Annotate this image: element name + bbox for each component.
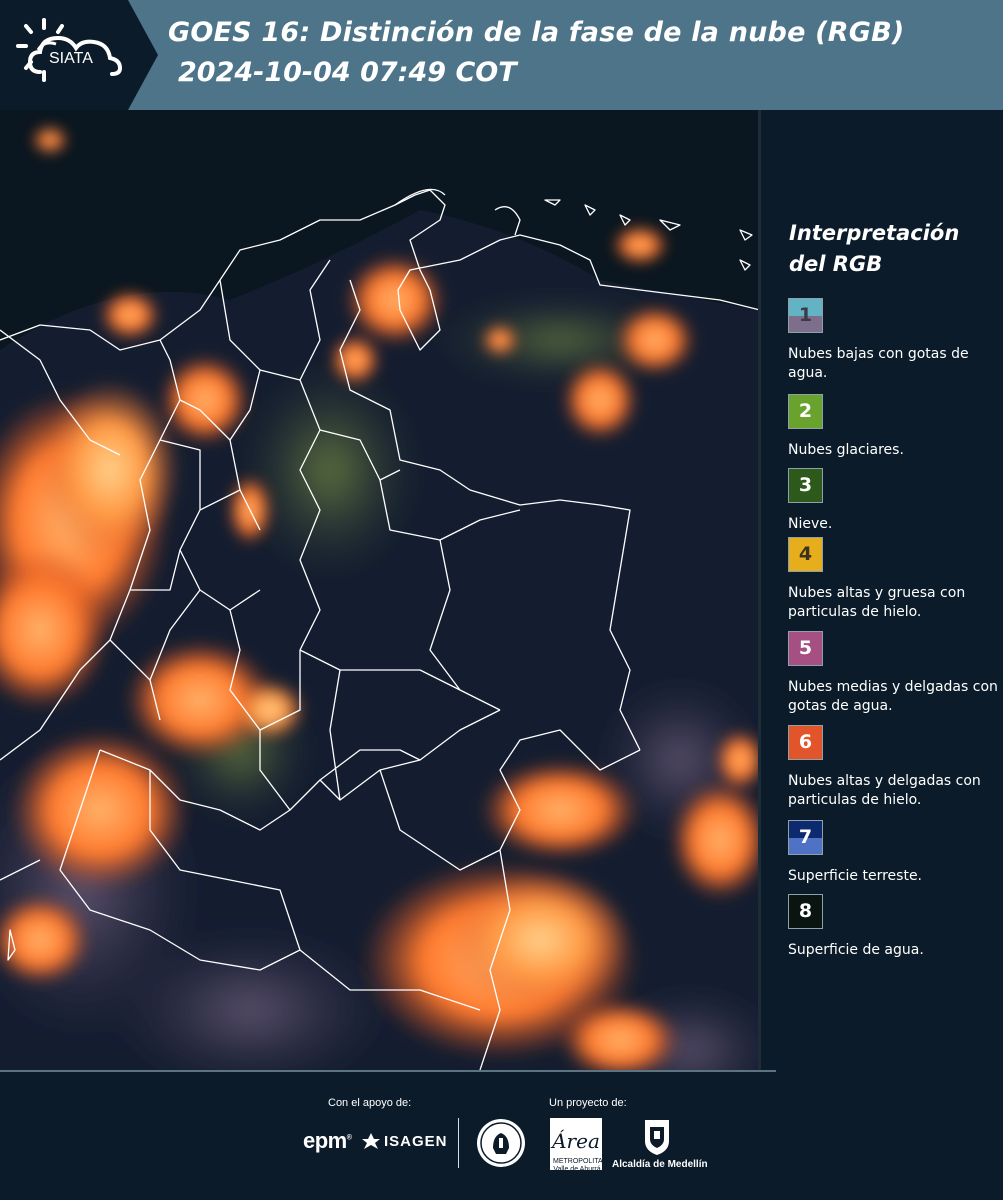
- legend-desc-1: Nubes bajas con gotas de agua.: [788, 346, 969, 381]
- isagen-logo-icon: [362, 1133, 380, 1149]
- legend-swatch-1: 1: [788, 298, 823, 333]
- legend-desc-6: Nubes altas y delgadas con particulas de…: [788, 773, 981, 808]
- legend-number-3: 3: [798, 474, 813, 496]
- satellite-map[interactable]: [0, 110, 760, 1070]
- area-metropolitana-text: METROPOLITANA Valle de Aburrá: [553, 1158, 613, 1174]
- project-label: Un proyecto de:: [549, 1097, 627, 1109]
- page-timestamp: 2024-10-04 07:49 COT: [178, 57, 517, 88]
- page-title: GOES 16: Distinción de la fase de la nub…: [168, 17, 905, 48]
- epm-logo: epm®: [303, 1128, 352, 1154]
- alcaldia-medellin-shield-icon: [645, 1120, 669, 1155]
- legend-item-3: 3 Nieve.: [788, 468, 1000, 534]
- area-line-2: Valle de Aburrá: [553, 1166, 601, 1173]
- footer-vertical-divider: [458, 1118, 459, 1168]
- legend-title: Interpretación del RGB: [789, 221, 960, 276]
- area-line-1: METROPOLITANA: [553, 1158, 613, 1165]
- legend-item-2: 2 Nubes glaciares.: [788, 394, 1000, 460]
- legend-desc-2: Nubes glaciares.: [788, 442, 904, 458]
- epm-registered-mark: ®: [346, 1134, 352, 1142]
- legend-desc-3: Nieve.: [788, 516, 833, 532]
- legend-swatch-8: 8: [788, 894, 823, 929]
- legend-swatch-4: 4: [788, 537, 823, 572]
- legend-desc-7: Superficie terreste.: [788, 868, 923, 884]
- legend-desc-8: Superficie de agua.: [788, 942, 924, 958]
- satellite-map-image: [0, 110, 760, 1070]
- support-label: Con el apoyo de:: [328, 1097, 412, 1109]
- legend-number-7: 7: [798, 826, 813, 848]
- legend-number-4: 4: [798, 543, 813, 565]
- legend-swatch-2: 2: [788, 394, 823, 429]
- legend-item-1: 1 Nubes bajas con gotas de agua.: [788, 298, 1000, 383]
- legend-swatch-7: 7: [788, 820, 823, 855]
- legend-swatch-3: 3: [788, 468, 823, 503]
- legend-panel: Interpretación del RGB 1 Nubes bajas con…: [761, 110, 1003, 1070]
- siata-logo-text: SIATA: [49, 50, 93, 67]
- medellin-seal-icon: [477, 1119, 525, 1167]
- legend-desc-4: Nubes altas y gruesa con particulas de h…: [788, 585, 966, 620]
- isagen-logo-text: ISAGEN: [384, 1133, 448, 1150]
- footer-divider-line: [0, 1070, 776, 1072]
- legend-number-2: 2: [798, 400, 813, 422]
- legend-item-4: 4 Nubes altas y gruesa con particulas de…: [788, 537, 1000, 622]
- legend-number-1: 1: [798, 304, 813, 326]
- legend-item-5: 5 Nubes medias y delgadas con gotas de a…: [788, 631, 1000, 716]
- alcaldia-medellin-text: Alcaldía de Medellín: [612, 1159, 708, 1170]
- legend-number-5: 5: [798, 637, 813, 659]
- header-bar: SIATA GOES 16: Distinción de la fase de …: [0, 0, 1003, 110]
- legend-number-8: 8: [798, 900, 813, 922]
- epm-logo-text: epm: [303, 1128, 347, 1153]
- legend-item-8: 8 Superficie de agua.: [788, 894, 1000, 960]
- area-logo-script: Área: [550, 1129, 600, 1153]
- siata-logo: SIATA: [0, 0, 160, 110]
- legend-desc-5: Nubes medias y delgadas con gotas de agu…: [788, 679, 998, 714]
- legend-number-6: 6: [798, 731, 813, 753]
- legend-swatch-6: 6: [788, 725, 823, 760]
- legend-item-7: 7 Superficie terreste.: [788, 820, 1000, 886]
- legend-swatch-5: 5: [788, 631, 823, 666]
- legend-item-6: 6 Nubes altas y delgadas con particulas …: [788, 725, 1000, 810]
